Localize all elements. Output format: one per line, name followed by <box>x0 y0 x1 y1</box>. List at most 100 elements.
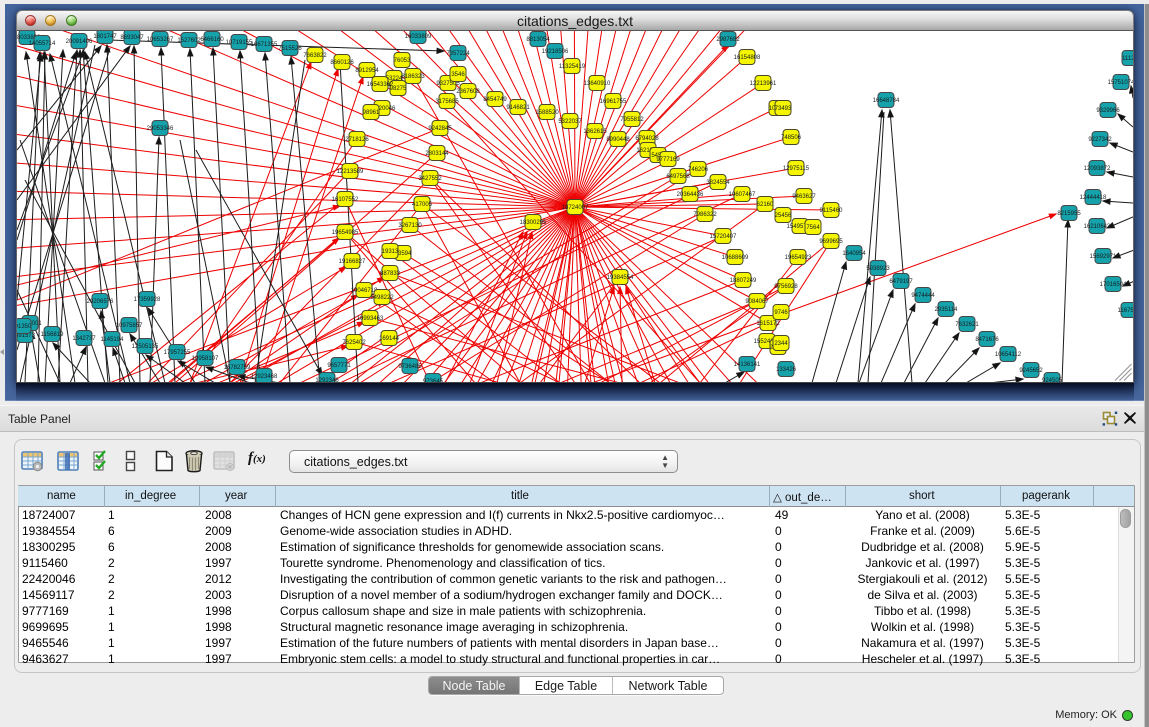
svg-text:10654112: 10654112 <box>995 352 1022 358</box>
svg-text:8660126: 8660126 <box>330 60 354 66</box>
svg-text:973645: 973645 <box>423 379 444 383</box>
svg-text:10975857: 10975857 <box>116 323 143 329</box>
svg-text:19313: 19313 <box>382 249 399 255</box>
svg-text:1342737: 1342737 <box>72 336 96 342</box>
svg-text:17359928: 17359928 <box>134 297 161 303</box>
svg-text:1145194: 1145194 <box>101 337 125 343</box>
svg-text:14055714: 14055714 <box>29 41 56 47</box>
svg-text:12505135: 12505135 <box>132 344 159 350</box>
svg-text:7632621: 7632621 <box>955 322 979 328</box>
svg-text:133426: 133426 <box>776 367 797 373</box>
svg-text:9242845: 9242845 <box>428 126 452 132</box>
svg-text:9084067: 9084067 <box>745 299 769 305</box>
svg-text:9227342: 9227342 <box>1088 137 1112 143</box>
svg-text:19384554: 19384554 <box>607 275 634 281</box>
svg-text:12213961: 12213961 <box>750 81 777 87</box>
svg-text:1588520: 1588520 <box>535 110 559 116</box>
svg-text:19166827: 19166827 <box>339 259 366 265</box>
svg-text:2718126: 2718126 <box>345 137 369 143</box>
svg-text:924505: 924505 <box>1042 378 1063 383</box>
svg-text:9657771: 9657771 <box>327 363 351 369</box>
svg-text:7515526: 7515526 <box>278 46 302 52</box>
svg-text:8693047: 8693047 <box>120 35 144 41</box>
svg-text:887833: 887833 <box>380 271 401 277</box>
svg-text:14136141: 14136141 <box>734 362 761 368</box>
svg-text:6466160: 6466160 <box>200 37 224 43</box>
svg-text:2803144: 2803144 <box>425 151 449 157</box>
svg-text:16961755: 16961755 <box>600 99 627 105</box>
svg-text:8912954: 8912954 <box>355 68 379 74</box>
svg-text:7625402: 7625402 <box>342 340 366 346</box>
svg-text:2344: 2344 <box>774 341 788 347</box>
svg-text:18300295: 18300295 <box>520 220 547 226</box>
svg-text:8813054: 8813054 <box>526 37 550 43</box>
svg-text:91350: 91350 <box>17 324 32 330</box>
svg-text:169144: 169144 <box>379 336 400 342</box>
svg-text:73493: 73493 <box>775 106 792 112</box>
svg-text:17016504: 17016504 <box>1100 282 1127 288</box>
svg-text:20091406: 20091406 <box>66 39 93 45</box>
svg-text:3267130: 3267130 <box>398 223 422 229</box>
svg-text:3824554: 3824554 <box>706 180 730 186</box>
svg-text:16543362: 16543362 <box>367 82 394 88</box>
svg-text:20206576: 20206576 <box>87 299 114 305</box>
svg-text:16671355: 16671355 <box>251 42 278 48</box>
svg-text:7663822: 7663822 <box>303 53 327 59</box>
svg-text:7955812: 7955812 <box>620 117 644 123</box>
svg-text:20364436: 20364436 <box>677 192 704 198</box>
svg-text:1801747: 1801747 <box>93 34 117 40</box>
svg-text:9474444: 9474444 <box>911 293 935 299</box>
svg-text:9463627: 9463627 <box>792 194 816 200</box>
svg-text:18807249: 18807249 <box>730 278 757 284</box>
svg-text:19218506: 19218506 <box>542 49 569 55</box>
svg-text:11123: 11123 <box>1122 56 1133 62</box>
svg-text:10993463: 10993463 <box>357 316 384 322</box>
svg-text:19654985: 19654985 <box>332 230 359 236</box>
svg-text:5498222: 5498222 <box>370 295 394 301</box>
svg-text:2987682: 2987682 <box>716 37 740 43</box>
svg-text:98961: 98961 <box>363 110 380 116</box>
svg-text:7564: 7564 <box>806 225 820 231</box>
svg-text:3175685: 3175685 <box>435 99 459 105</box>
svg-text:9756928: 9756928 <box>774 284 798 290</box>
svg-text:1167533: 1167533 <box>1118 308 1133 314</box>
svg-text:1292346: 1292346 <box>315 378 339 383</box>
svg-text:9746: 9746 <box>774 310 788 316</box>
svg-text:15720407: 15720407 <box>710 234 737 240</box>
svg-text:6794028: 6794028 <box>635 136 659 142</box>
svg-text:9245652: 9245652 <box>1019 368 1043 374</box>
svg-text:19654923: 19654923 <box>785 255 812 261</box>
svg-text:1527602: 1527602 <box>177 38 201 44</box>
svg-text:18724007: 18724007 <box>562 205 589 211</box>
svg-text:3427552: 3427552 <box>418 176 442 182</box>
svg-text:9736485: 9736485 <box>398 364 422 370</box>
svg-text:7986322: 7986322 <box>693 212 717 218</box>
svg-text:10688609: 10688609 <box>722 255 749 261</box>
svg-text:12213589: 12213589 <box>337 169 364 175</box>
svg-text:5322037: 5322037 <box>558 119 582 125</box>
svg-text:2935114: 2935114 <box>935 307 959 313</box>
svg-text:16782759: 16782759 <box>224 365 251 371</box>
svg-text:29053346: 29053346 <box>147 126 174 132</box>
svg-text:3546: 3546 <box>451 72 465 78</box>
svg-text:8990448: 8990448 <box>606 137 630 143</box>
svg-text:10958107: 10958107 <box>192 356 219 362</box>
svg-text:2367608: 2367608 <box>456 89 480 95</box>
svg-text:10653267: 10653267 <box>147 37 174 43</box>
svg-text:746206: 746206 <box>688 167 709 173</box>
svg-text:15692971: 15692971 <box>1090 254 1117 260</box>
svg-text:25456: 25456 <box>775 213 792 219</box>
svg-text:12093872: 12093872 <box>1084 166 1111 172</box>
svg-text:1362615: 1362615 <box>583 129 607 135</box>
svg-text:12923468: 12923468 <box>251 374 278 380</box>
svg-text:6497568: 6497568 <box>666 174 690 180</box>
svg-text:12975115: 12975115 <box>783 166 810 172</box>
svg-text:8454749: 8454749 <box>483 97 507 103</box>
svg-text:13640910: 13640910 <box>584 81 611 87</box>
svg-text:16154808: 16154808 <box>734 55 761 61</box>
svg-text:11325419: 11325419 <box>559 64 586 70</box>
svg-text:748506: 748506 <box>781 135 802 141</box>
svg-text:16210643: 16210643 <box>1084 224 1111 230</box>
svg-text:9777169: 9777169 <box>656 157 680 163</box>
svg-text:9115460: 9115460 <box>820 208 844 214</box>
